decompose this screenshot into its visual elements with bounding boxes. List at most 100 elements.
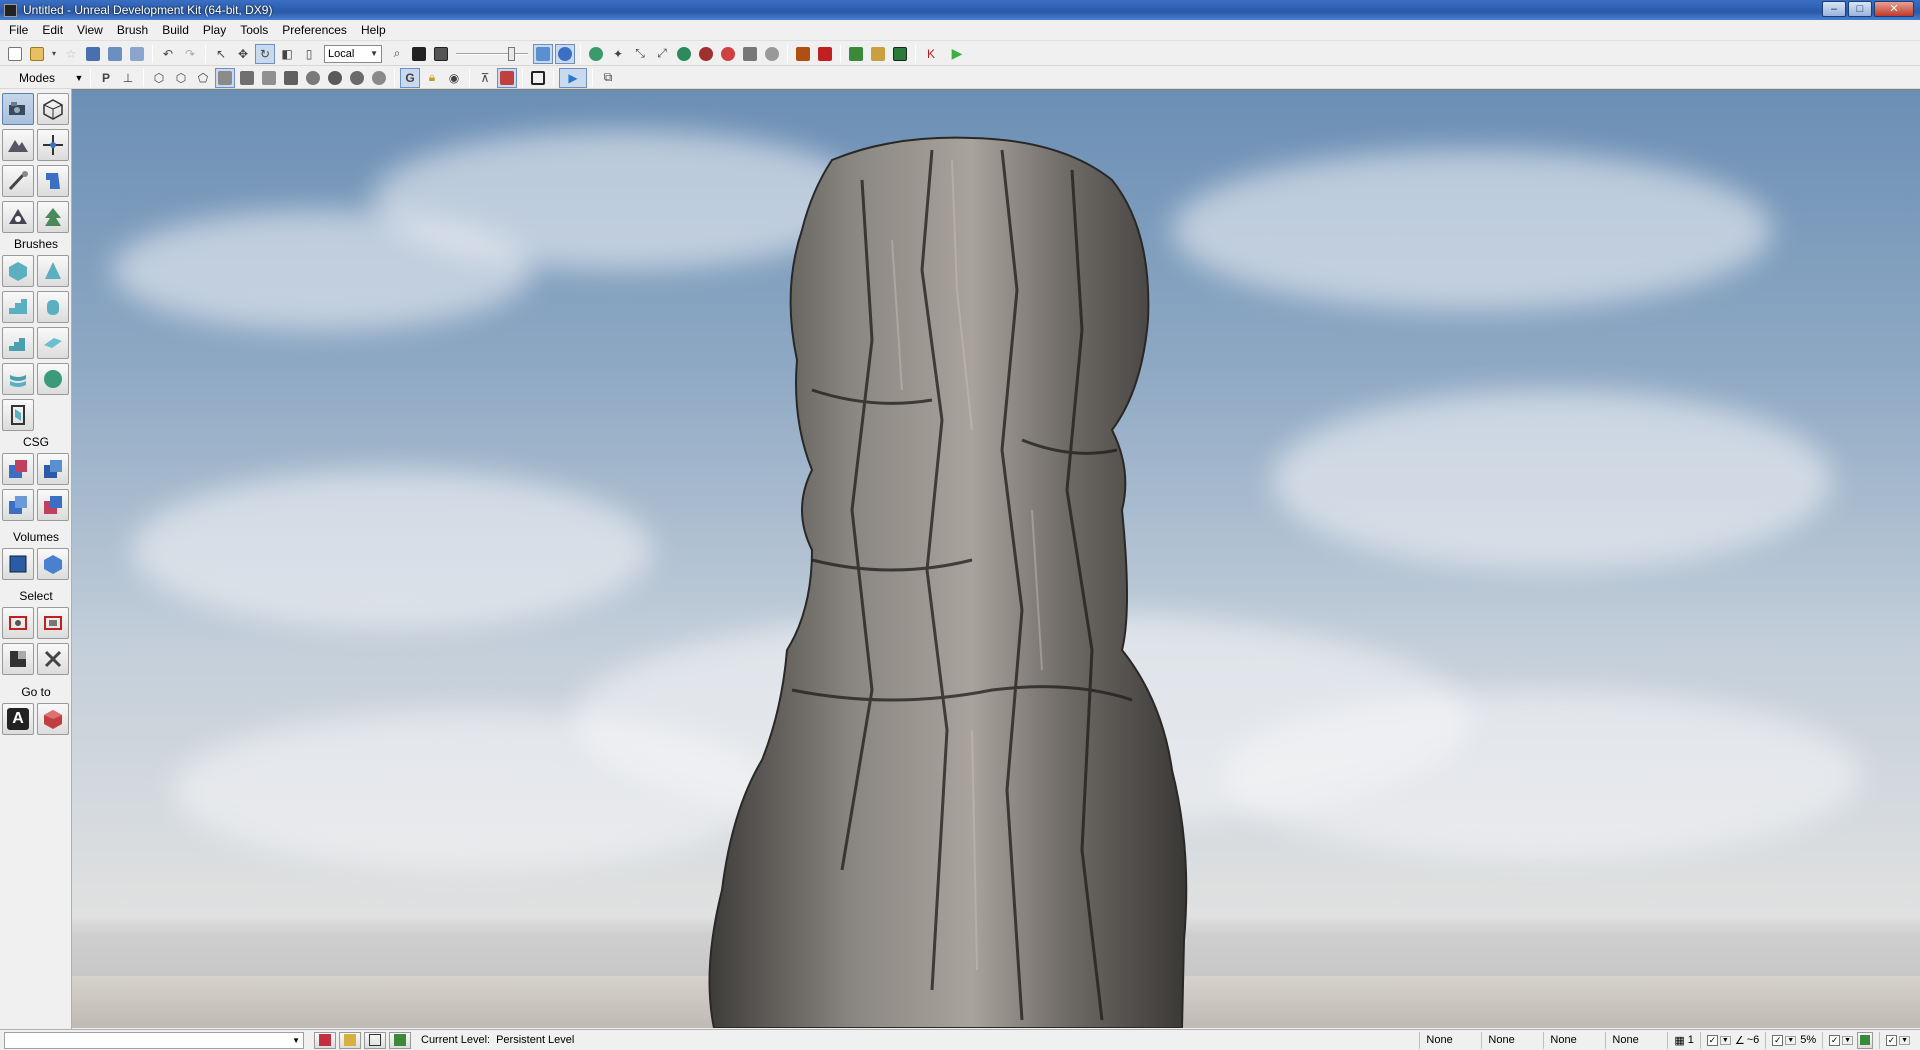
realtime-toggle-icon[interactable]: [533, 43, 553, 64]
lighting-only-icon[interactable]: [259, 68, 279, 88]
chevron-down-icon[interactable]: ▼: [1785, 1035, 1797, 1045]
scale-icon[interactable]: ◧: [277, 44, 297, 64]
linear-stair-brush-button[interactable]: [2, 327, 34, 359]
snap-icon[interactable]: [1857, 1031, 1874, 1049]
kismet-icon[interactable]: [409, 44, 429, 64]
build-cover-icon[interactable]: ⤢: [652, 44, 672, 64]
translate-icon[interactable]: ✥: [233, 44, 253, 64]
spiral-stair-brush-button[interactable]: [2, 363, 34, 395]
realtime-preview-icon[interactable]: ▶: [559, 67, 587, 88]
rock-pillar-mesh[interactable]: [72, 90, 1920, 1028]
non-uniform-scale-icon[interactable]: ▯: [299, 44, 319, 64]
drag-grid-setting[interactable]: ▦ 1: [1667, 1031, 1700, 1049]
monitor-icon[interactable]: [890, 44, 910, 64]
close-button[interactable]: ✕: [1874, 1, 1914, 17]
menu-preferences[interactable]: Preferences: [275, 20, 354, 41]
favorite-icon[interactable]: ☆: [61, 44, 81, 64]
sphere-brush-button[interactable]: [37, 363, 69, 395]
vertex-snap-icon[interactable]: [364, 1031, 386, 1049]
perspective-toggle[interactable]: P: [96, 68, 116, 88]
rotation-grid-checkbox[interactable]: ✓: [1706, 1034, 1718, 1046]
csg-add-button[interactable]: [2, 453, 34, 485]
menu-brush[interactable]: Brush: [110, 20, 155, 41]
undo-button[interactable]: ↶: [158, 44, 178, 64]
console-icon[interactable]: [846, 44, 866, 64]
minimize-button[interactable]: –: [1822, 1, 1846, 17]
cone-brush-button[interactable]: [37, 255, 69, 287]
lightmap-density-icon[interactable]: [347, 68, 367, 88]
snap-checkbox[interactable]: ✓: [1829, 1034, 1841, 1046]
goto-actor-button[interactable]: A: [2, 703, 34, 735]
mesh-paint-mode-button[interactable]: [2, 165, 34, 197]
command-input[interactable]: ▼: [4, 1031, 304, 1049]
eye-icon[interactable]: ◉: [444, 68, 464, 88]
shader-complexity-icon[interactable]: [325, 68, 345, 88]
swarm-icon[interactable]: [718, 44, 738, 64]
viewport-frame-icon[interactable]: [528, 68, 548, 88]
content-browser-icon[interactable]: [740, 44, 760, 64]
build-geometry-icon[interactable]: [586, 44, 606, 64]
slider-thumb[interactable]: [508, 46, 515, 61]
rotate-icon[interactable]: ↻: [255, 43, 275, 64]
geometry-mode-button[interactable]: [37, 93, 69, 125]
build-all-icon[interactable]: [674, 44, 694, 64]
terrain-mode-button[interactable]: [2, 129, 34, 161]
save-as-button[interactable]: [105, 44, 125, 64]
menu-view[interactable]: View: [70, 20, 110, 41]
coordinate-system-select[interactable]: Local ▼: [324, 44, 382, 63]
play-in-editor-icon[interactable]: [793, 44, 813, 64]
menu-help[interactable]: Help: [354, 20, 393, 41]
perspective-viewport[interactable]: [72, 89, 1920, 1028]
redo-button[interactable]: ↷: [180, 44, 200, 64]
matinee-icon[interactable]: [431, 44, 451, 64]
lighting-channels-icon[interactable]: [369, 68, 389, 88]
sheet-brush-button[interactable]: [37, 327, 69, 359]
select-mode-icon[interactable]: ↖: [211, 44, 231, 64]
menu-play[interactable]: Play: [196, 20, 233, 41]
brush-wireframe-icon[interactable]: ⬡: [149, 68, 169, 88]
volumetric-brush-button[interactable]: [2, 399, 34, 431]
maximize-button[interactable]: □: [1848, 1, 1872, 17]
detail-lighting-icon[interactable]: [237, 68, 257, 88]
game-view-toggle[interactable]: G: [400, 67, 420, 88]
curved-stair-brush-button[interactable]: [2, 291, 34, 323]
lighting-quality-icon[interactable]: [696, 44, 716, 64]
menu-edit[interactable]: Edit: [35, 20, 70, 41]
volume-types-button[interactable]: [37, 548, 69, 580]
add-volume-button[interactable]: [2, 548, 34, 580]
texture-alignment-mode-button[interactable]: [37, 129, 69, 161]
deselect-button[interactable]: [37, 643, 69, 675]
cube-brush-button[interactable]: [2, 255, 34, 287]
cylinder-brush-button[interactable]: [37, 291, 69, 323]
scale-snap-setting[interactable]: ✓ ▼ 5%: [1765, 1031, 1822, 1049]
invert-selection-button[interactable]: [2, 643, 34, 675]
brush-icon[interactable]: [339, 1031, 361, 1049]
modes-dropdown-icon[interactable]: ▼: [72, 73, 86, 83]
menu-build[interactable]: Build: [155, 20, 196, 41]
play-button[interactable]: ▶: [943, 44, 971, 64]
select-all-button[interactable]: [2, 607, 34, 639]
actor-visibility-icon[interactable]: [497, 67, 517, 88]
light-complexity-icon[interactable]: [281, 68, 301, 88]
camera-icon[interactable]: ⊼: [475, 68, 495, 88]
camera-mode-button[interactable]: [2, 93, 34, 125]
lock-icon[interactable]: 🔒︎: [422, 68, 442, 88]
cook-icon[interactable]: [868, 44, 888, 64]
scale-snap-checkbox[interactable]: ✓: [1772, 1034, 1784, 1046]
menu-tools[interactable]: Tools: [233, 20, 275, 41]
texture-density-icon[interactable]: [303, 68, 323, 88]
binoculars-icon[interactable]: ⌕: [387, 44, 407, 64]
landscape-mode-button[interactable]: [2, 201, 34, 233]
drag-grid-icon[interactable]: [314, 1031, 336, 1049]
new-file-button[interactable]: [5, 44, 25, 64]
chevron-down-icon[interactable]: ▼: [1842, 1035, 1854, 1045]
select-none-button[interactable]: [37, 607, 69, 639]
goto-builder-brush-button[interactable]: [37, 703, 69, 735]
open-dropdown-icon[interactable]: ▾: [49, 44, 59, 64]
viewport-options-icon[interactable]: ⧉: [598, 68, 618, 88]
preferences-checkbox[interactable]: ✓: [1886, 1034, 1898, 1046]
generic-browser-icon[interactable]: [762, 44, 782, 64]
build-paths-icon[interactable]: ⤡: [630, 44, 650, 64]
foliage-mode-button[interactable]: [37, 201, 69, 233]
save-all-button[interactable]: [127, 44, 147, 64]
